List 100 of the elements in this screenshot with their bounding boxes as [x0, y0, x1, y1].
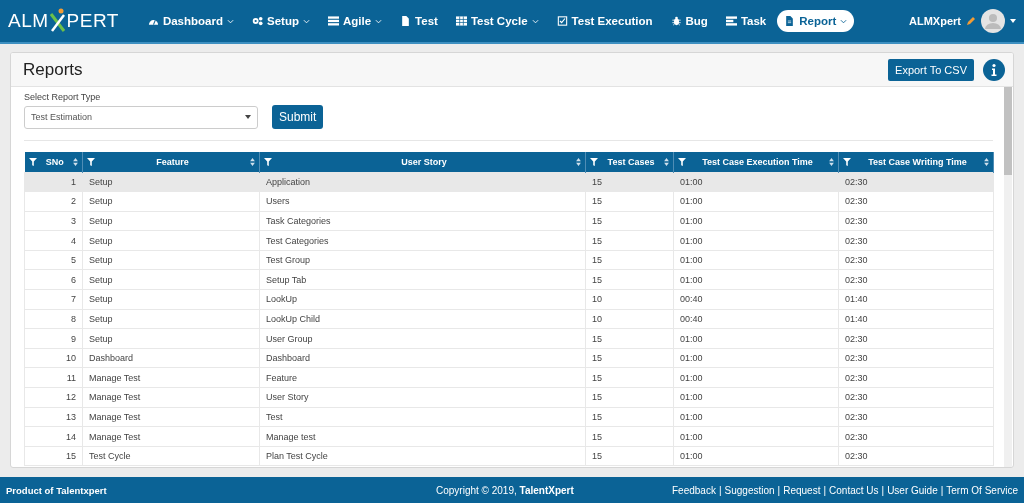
table-cell: 02:30 — [838, 407, 994, 427]
table-cell: 11 — [24, 367, 83, 388]
table-cell: 02:30 — [838, 426, 994, 447]
table-cell: 02:30 — [838, 367, 994, 388]
scrollbar[interactable] — [1004, 87, 1012, 467]
nav-menu-item[interactable]: Agile — [320, 10, 390, 32]
table-cell: Test Cycle — [82, 446, 260, 466]
report-type-dropdown[interactable]: Test Estimation — [24, 105, 258, 129]
nav-menu-item[interactable]: Dashboard — [140, 10, 241, 32]
pencil-icon[interactable] — [966, 16, 976, 26]
table-cell: 10 — [24, 348, 83, 368]
table-cell: 12 — [24, 387, 83, 408]
table-cell: 02:30 — [838, 172, 994, 192]
table-cell: Setup — [82, 211, 260, 231]
table-cell: Setup — [82, 172, 260, 192]
table-cell: Feature — [259, 367, 586, 388]
filter-icon[interactable] — [28, 157, 37, 166]
filter-icon[interactable] — [678, 157, 686, 166]
nav-menu-item[interactable]: Test Cycle — [448, 10, 546, 32]
table-cell: 15 — [585, 172, 674, 192]
filter-icon[interactable] — [87, 157, 95, 166]
table-cell: 1 — [24, 172, 83, 192]
table-cell: 02:30 — [838, 211, 994, 231]
info-icon[interactable] — [983, 58, 1005, 81]
separator: | — [823, 484, 827, 496]
footer-link[interactable]: Feedback — [672, 484, 716, 496]
sort-icon[interactable] — [576, 157, 581, 166]
checkbox-icon — [556, 16, 568, 26]
separator: | — [881, 484, 885, 496]
column-header[interactable]: Feature — [99, 156, 246, 167]
nav-menu-item[interactable]: Task — [718, 10, 774, 32]
table-cell: 02:30 — [838, 250, 994, 270]
file-icon — [400, 16, 412, 26]
column-header[interactable]: Test Case Execution Time — [690, 156, 825, 167]
filter-icon[interactable] — [264, 157, 272, 166]
table-cell: 01:40 — [838, 309, 994, 329]
table-cell: 8 — [24, 309, 83, 329]
table-cell: 15 — [24, 446, 83, 466]
column-header[interactable]: User Story — [276, 156, 572, 167]
footer-text: Product of Talentxpert — [6, 484, 108, 496]
table-cell: 02:30 — [838, 328, 994, 349]
table-cell: Setup — [82, 328, 260, 349]
separator: | — [718, 484, 722, 496]
filter-icon[interactable] — [590, 157, 598, 166]
filter-icon[interactable] — [843, 157, 851, 166]
logo-text: PERT — [66, 10, 119, 32]
table-cell: Dashboard — [82, 348, 260, 368]
table-cell: Setup — [82, 289, 260, 310]
submit-button[interactable]: Submit — [272, 105, 324, 129]
column-header[interactable]: Test Cases — [602, 156, 660, 167]
sort-icon[interactable] — [984, 157, 989, 166]
table-cell: Manage Test — [82, 426, 260, 447]
footer-link[interactable]: Term Of Service — [946, 484, 1018, 496]
sort-icon[interactable] — [73, 157, 78, 166]
sort-icon[interactable] — [250, 157, 255, 166]
footer-link[interactable]: Request — [783, 484, 821, 496]
field-label: Select Report Type — [24, 92, 102, 102]
table-cell: 9 — [24, 328, 83, 349]
footer-link[interactable]: Contact Us — [829, 484, 879, 496]
table-cell: 02:30 — [838, 230, 994, 251]
table-cell: 01:00 — [673, 269, 839, 290]
table-cell: 13 — [24, 407, 83, 427]
footer-link[interactable]: Suggestion — [724, 484, 775, 496]
table-cell: 15 — [585, 348, 674, 368]
table-cell: 01:00 — [673, 191, 839, 212]
caret-icon[interactable] — [1010, 19, 1016, 23]
nav-menu-item[interactable]: Bug — [663, 10, 715, 32]
table-cell: 15 — [585, 269, 674, 290]
table-cell: 01:40 — [838, 289, 994, 310]
table-cell: 15 — [585, 250, 674, 270]
export-button[interactable]: Export To CSV — [888, 58, 974, 81]
table-cell: 15 — [585, 387, 674, 408]
table-cell: 10 — [585, 309, 674, 329]
nav-menu-item[interactable]: Report — [777, 10, 855, 32]
table-cell: Test — [259, 407, 586, 427]
table-cell: 01:00 — [673, 407, 839, 427]
table-cell: 01:00 — [673, 367, 839, 388]
table-cell: LookUp — [259, 289, 586, 310]
column-header[interactable]: SNo — [40, 156, 69, 167]
footer-link[interactable]: User Guide — [887, 484, 938, 496]
table-cell: 01:00 — [673, 211, 839, 231]
table-cell: 02:30 — [838, 191, 994, 212]
separator: | — [777, 484, 781, 496]
table-cell: 01:00 — [673, 230, 839, 251]
avatar-icon[interactable] — [981, 9, 1005, 33]
table-cell: Setup — [82, 230, 260, 251]
sort-icon[interactable] — [829, 157, 834, 166]
table-cell: 10 — [585, 289, 674, 310]
table-cell: Setup — [82, 269, 260, 290]
table-cell: 15 — [585, 367, 674, 388]
column-header[interactable]: Test Case Writing Time — [855, 156, 980, 167]
sort-icon[interactable] — [664, 157, 669, 166]
nav-menu-item[interactable]: Test — [393, 10, 445, 32]
table-cell: 02:30 — [838, 348, 994, 368]
table-cell: 02:30 — [838, 387, 994, 408]
user-name[interactable]: ALMXpert — [909, 15, 961, 27]
table-cell: 7 — [24, 289, 83, 310]
nav-menu-item[interactable]: Setup — [245, 10, 317, 32]
nav-menu-item[interactable]: Test Execution — [549, 10, 660, 32]
table-cell: 15 — [585, 446, 674, 466]
